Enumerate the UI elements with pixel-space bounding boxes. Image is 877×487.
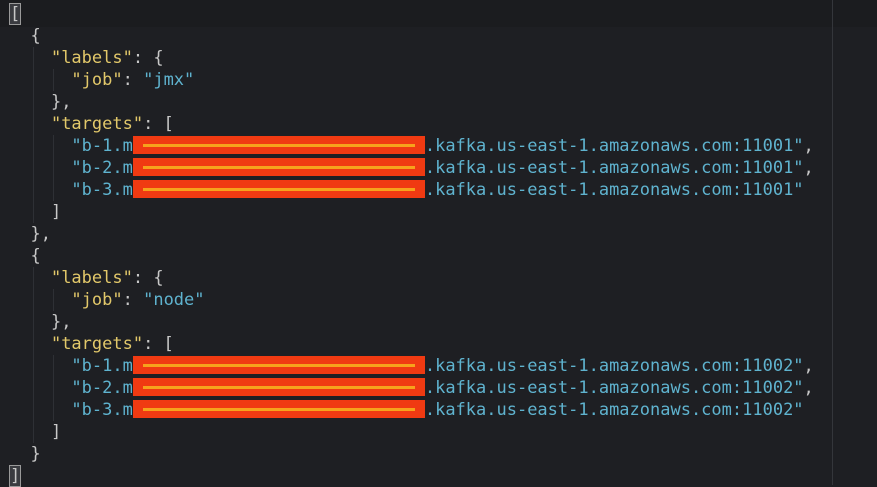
code-line[interactable]: "job": "jmx" — [10, 69, 814, 91]
code-line[interactable]: "labels": { — [10, 47, 814, 69]
indent-guide — [53, 289, 54, 311]
code-line[interactable]: "targets": [ — [10, 113, 814, 135]
json-key: "targets" — [50, 114, 144, 134]
indent-guide — [53, 399, 54, 421]
code-line[interactable]: ] — [8, 465, 814, 487]
text-cursor-bracket: ] — [8, 465, 22, 487]
json-punctuation: : [ — [143, 114, 174, 134]
indent-guide — [32, 311, 34, 333]
json-key: "job" — [71, 290, 123, 310]
json-punctuation: : { — [132, 48, 164, 68]
json-punctuation: , — [803, 356, 814, 376]
indent-guide — [32, 201, 34, 223]
json-string: .kafka.us-east-1.amazonaws.com:11001" — [424, 158, 804, 178]
indent-guide — [32, 179, 34, 201]
indent-guide — [32, 47, 34, 69]
indent-guide — [32, 355, 34, 377]
code-line[interactable]: { — [10, 245, 814, 267]
indent-guide — [32, 69, 34, 91]
redaction-bar — [132, 180, 425, 198]
json-string: "b-3.m — [71, 180, 133, 200]
json-key: "labels" — [50, 268, 133, 288]
indent-guide — [53, 135, 54, 157]
json-key: "labels" — [50, 48, 133, 68]
code-line[interactable]: "b-1.m .kafka.us-east-1.amazonaws.com:110… — [10, 355, 814, 377]
code-line[interactable]: }, — [10, 311, 814, 333]
json-string: .kafka.us-east-1.amazonaws.com:11001" — [424, 180, 804, 200]
json-punctuation: { — [30, 26, 41, 46]
indent-guide — [53, 157, 54, 179]
text-cursor-bracket: [ — [8, 3, 22, 25]
code-line[interactable]: ] — [10, 421, 814, 443]
json-string: .kafka.us-east-1.amazonaws.com:11001" — [424, 136, 804, 156]
json-punctuation: }, — [50, 92, 72, 112]
code-line[interactable]: "b-1.m .kafka.us-east-1.amazonaws.com:110… — [10, 135, 814, 157]
column-ruler — [832, 0, 833, 485]
code-line[interactable]: "labels": { — [10, 267, 814, 289]
code-line[interactable]: ] — [10, 201, 814, 223]
json-string: "b-2.m — [71, 158, 133, 178]
indent-guide — [32, 421, 34, 443]
json-string: .kafka.us-east-1.amazonaws.com:11002" — [424, 378, 804, 398]
json-key: "targets" — [50, 334, 144, 354]
indent-guide — [32, 113, 34, 135]
indent-guide — [53, 179, 54, 201]
code-line[interactable]: "b-3.m .kafka.us-east-1.amazonaws.com:110… — [10, 179, 814, 201]
redaction-bar — [132, 136, 425, 154]
json-string: "b-1.m — [71, 136, 133, 156]
json-string: .kafka.us-east-1.amazonaws.com:11002" — [424, 356, 804, 376]
indent-guide — [32, 377, 34, 399]
code-line[interactable]: "targets": [ — [10, 333, 814, 355]
code-line[interactable]: }, — [10, 223, 814, 245]
indent-guide — [32, 289, 34, 311]
json-punctuation: : [ — [143, 334, 174, 354]
redaction-bar — [132, 378, 425, 396]
indent-guide — [53, 355, 54, 377]
redaction-bar — [132, 356, 425, 374]
json-string: "b-2.m — [71, 378, 133, 398]
indent-guide — [32, 157, 34, 179]
code-line[interactable]: "b-2.m .kafka.us-east-1.amazonaws.com:110… — [10, 377, 814, 399]
json-punctuation: , — [803, 158, 814, 178]
code-line[interactable]: "b-2.m .kafka.us-east-1.amazonaws.com:110… — [10, 157, 814, 179]
indent-guide — [32, 399, 34, 421]
redaction-bar — [132, 400, 425, 418]
json-string: .kafka.us-east-1.amazonaws.com:11002" — [424, 400, 804, 420]
json-punctuation: : — [122, 290, 144, 310]
json-punctuation: , — [803, 136, 814, 156]
json-string: "jmx" — [143, 70, 195, 90]
json-string: "node" — [143, 290, 205, 310]
indent-guide — [53, 377, 54, 399]
json-punctuation: } — [30, 444, 41, 464]
redaction-bar — [132, 158, 425, 176]
indent-guide — [32, 333, 34, 355]
json-punctuation: , — [803, 378, 814, 398]
code-line[interactable]: }, — [10, 91, 814, 113]
json-key: "job" — [71, 70, 123, 90]
indent-guide — [32, 135, 34, 157]
code-line[interactable]: [ — [8, 3, 814, 25]
code-line[interactable]: "job": "node" — [10, 289, 814, 311]
json-punctuation: { — [30, 246, 41, 266]
json-punctuation: }, — [50, 312, 72, 332]
json-punctuation: : { — [132, 268, 164, 288]
code-line[interactable]: } — [10, 443, 814, 465]
json-punctuation: : — [122, 70, 144, 90]
indent-guide — [32, 267, 34, 289]
json-punctuation: ] — [50, 202, 62, 222]
json-punctuation: ] — [50, 422, 62, 442]
json-string: "b-1.m — [71, 356, 133, 376]
json-punctuation: }, — [30, 224, 51, 244]
code-line[interactable]: "b-3.m .kafka.us-east-1.amazonaws.com:110… — [10, 399, 814, 421]
code-editor[interactable]: [ { "labels": { "job": "jmx" }, "targets… — [8, 3, 814, 487]
json-string: "b-3.m — [71, 400, 133, 420]
indent-guide — [53, 69, 54, 91]
code-line[interactable]: { — [10, 25, 814, 47]
indent-guide — [32, 91, 34, 113]
